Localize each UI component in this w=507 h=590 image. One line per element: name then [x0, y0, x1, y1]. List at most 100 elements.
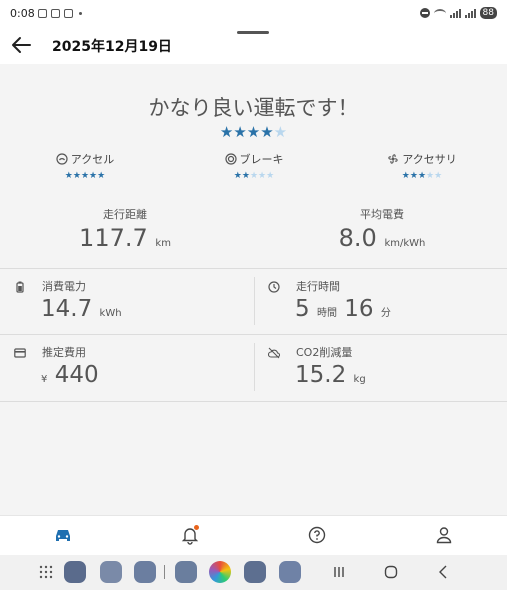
notification-icon — [51, 9, 60, 18]
distance-value: 117.7 — [79, 224, 148, 252]
star-filled-icon: ★ — [246, 123, 261, 141]
overall-rating-stars: ★★★★★ — [0, 123, 507, 141]
star-filled-icon: ★ — [401, 171, 410, 181]
category-label: アクセサリ — [402, 153, 457, 166]
category-stars: ★★★★★ — [15, 171, 155, 181]
time-label: 走行時間 — [296, 280, 340, 293]
status-bar: 0:08 88 — [0, 0, 507, 28]
cost-value: 440 — [54, 362, 99, 388]
app-header: 2025年12月19日 — [0, 28, 507, 64]
star-filled-icon: ★ — [219, 123, 234, 141]
star-filled-icon: ★ — [409, 171, 418, 181]
category-stars: ★★★★★ — [352, 171, 492, 181]
efficiency-summary: 平均電費 8.0 km/kWh — [282, 206, 482, 252]
star-filled-icon: ★ — [260, 123, 274, 141]
notification-icon — [64, 9, 73, 18]
star-empty-icon: ★ — [426, 171, 435, 181]
co2-metric: CO2削減量 15.2 kg — [268, 342, 507, 404]
category-accessory: アクセサリ ★★★★★ — [352, 150, 492, 181]
notification-dot-icon — [79, 12, 82, 15]
efficiency-value: 8.0 — [338, 224, 377, 252]
efficiency-label: 平均電費 — [360, 208, 404, 221]
page-title: 2025年12月19日 — [52, 39, 172, 55]
person-icon[interactable] — [434, 525, 454, 545]
co2-label: CO2削減量 — [296, 346, 353, 359]
chrome-app-icon[interactable] — [100, 561, 122, 583]
category-label: ブレーキ — [239, 153, 284, 166]
star-empty-icon: ★ — [249, 171, 259, 181]
star-filled-icon: ★ — [97, 171, 106, 181]
cloud-off-icon — [268, 347, 280, 359]
star-empty-icon: ★ — [266, 171, 275, 181]
star-filled-icon: ★ — [80, 171, 90, 181]
star-filled-icon: ★ — [417, 171, 427, 181]
star-filled-icon: ★ — [64, 171, 73, 181]
rating-headline: かなり良い運転です！ — [148, 96, 359, 120]
trip-summary-panel: かなり良い運転です！ ★★★★★ アクセル ★★★★★ ブレーキ ★★★★★ ア… — [0, 64, 507, 515]
energy-unit: kWh — [99, 308, 122, 319]
status-time: 0:08 — [10, 7, 35, 20]
battery-icon — [16, 281, 24, 293]
apps-grid-icon[interactable] — [37, 563, 55, 581]
divider — [0, 268, 507, 269]
energy-label: 消費電力 — [42, 280, 86, 293]
card-icon — [14, 348, 26, 358]
time-hours: 5 — [295, 296, 310, 322]
minutes-unit: 分 — [380, 308, 391, 319]
star-filled-icon: ★ — [72, 171, 81, 181]
home-icon[interactable] — [382, 563, 400, 581]
time-minutes: 16 — [344, 296, 374, 322]
camera-app-icon[interactable] — [209, 561, 231, 583]
divider — [254, 277, 255, 325]
signal-icon — [449, 8, 461, 18]
distance-label: 走行距離 — [103, 208, 147, 221]
notification-badge — [194, 525, 199, 530]
energy-value: 14.7 — [41, 296, 93, 322]
accelerator-icon — [56, 153, 68, 165]
cost-label: 推定費用 — [42, 346, 86, 359]
star-empty-icon: ★ — [434, 171, 443, 181]
star-filled-icon: ★ — [89, 171, 98, 181]
category-brake: ブレーキ ★★★★★ — [184, 150, 324, 181]
category-label: アクセル — [70, 153, 115, 166]
system-back-icon[interactable] — [435, 563, 453, 581]
dock-separator — [164, 565, 165, 579]
help-icon[interactable] — [307, 525, 327, 545]
cost-metric: 推定費用 ¥ 440 — [14, 342, 254, 404]
arrow-left-icon[interactable] — [10, 36, 32, 54]
phone-app-icon[interactable] — [64, 561, 86, 583]
drag-handle[interactable] — [237, 31, 269, 34]
system-navigation-bar — [0, 555, 507, 590]
battery-level: 88 — [479, 7, 497, 19]
do-not-disturb-icon — [419, 8, 430, 18]
notifications-tab[interactable] — [180, 525, 200, 545]
category-accelerator: アクセル ★★★★★ — [15, 150, 155, 181]
star-empty-icon: ★ — [273, 123, 288, 141]
bottom-navigation — [0, 515, 507, 555]
notification-icon — [38, 9, 47, 18]
efficiency-unit: km/kWh — [384, 238, 426, 249]
fan-icon — [388, 154, 398, 164]
star-filled-icon: ★ — [241, 171, 250, 181]
category-stars: ★★★★★ — [184, 171, 324, 181]
star-empty-icon: ★ — [258, 171, 267, 181]
distance-unit: km — [155, 238, 171, 249]
energy-metric: 消費電力 14.7 kWh — [14, 276, 254, 338]
star-filled-icon: ★ — [233, 171, 242, 181]
distance-summary: 走行距離 117.7 km — [25, 206, 225, 252]
brake-icon — [224, 153, 237, 165]
messenger-app-icon[interactable] — [279, 561, 301, 583]
clock-icon — [268, 281, 280, 293]
co2-value: 15.2 — [295, 362, 347, 388]
currency-symbol: ¥ — [41, 374, 48, 385]
co2-unit: kg — [353, 374, 366, 385]
facebook-app-icon[interactable] — [244, 561, 266, 583]
star-filled-icon: ★ — [233, 123, 247, 141]
fan-app-icon[interactable] — [175, 561, 197, 583]
wifi-icon — [433, 8, 446, 18]
signal-icon — [464, 8, 476, 18]
car-icon[interactable] — [53, 525, 73, 545]
gmail-app-icon[interactable] — [134, 561, 156, 583]
recent-apps-icon[interactable] — [330, 563, 348, 581]
divider — [254, 343, 255, 391]
